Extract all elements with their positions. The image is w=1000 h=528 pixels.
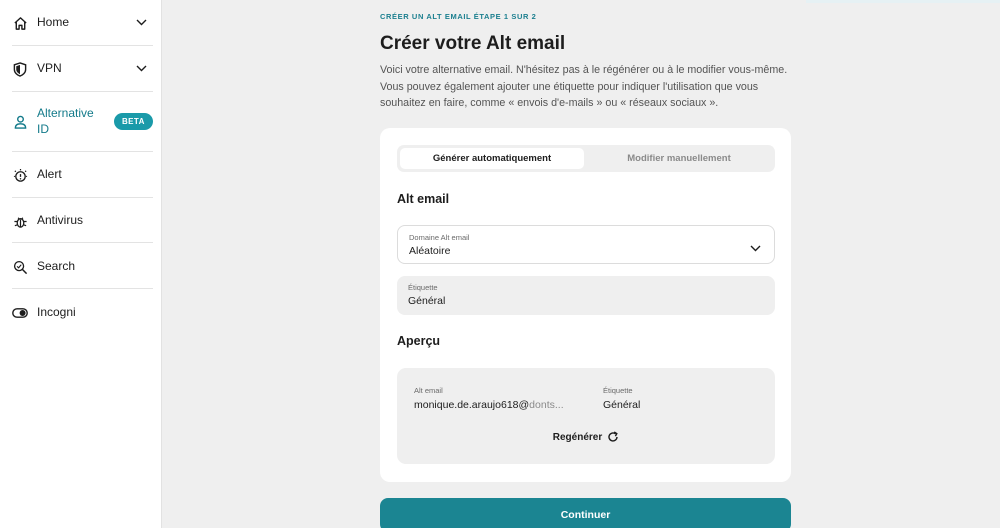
preview-email-value: monique.de.araujo618@donts... (414, 399, 564, 411)
regenerate-label: Regénérer (552, 431, 603, 443)
beta-badge: BETA (114, 113, 153, 130)
home-icon (12, 15, 28, 31)
alt-email-section-title: Alt email (397, 192, 450, 206)
user-icon (12, 114, 28, 130)
sidebar-item-alert[interactable]: Alert (0, 166, 162, 183)
sidebar-divider (12, 151, 153, 152)
tab-edit-manually[interactable]: Modifier manuellement (587, 148, 771, 169)
regenerate-button[interactable]: Regénérer (397, 431, 775, 443)
chevron-down-icon (750, 239, 762, 252)
sidebar-divider (12, 288, 153, 289)
preview-email-domain: donts... (529, 399, 564, 411)
preview-section-title: Aperçu (397, 334, 441, 348)
sidebar-item-label: Antivirus (37, 213, 84, 227)
page-description: Voici votre alternative email. N'hésitez… (380, 64, 788, 109)
domain-select-value: Aléatoire (409, 245, 451, 257)
sidebar-item-label: VPN (37, 61, 62, 75)
sidebar-divider (12, 45, 153, 46)
continue-button[interactable]: Continuer (380, 498, 791, 528)
top-strip (806, 0, 1000, 3)
sidebar-item-label: Home (37, 15, 70, 29)
shield-icon (12, 61, 28, 77)
domain-select[interactable]: Domaine Alt email Aléatoire (397, 225, 775, 264)
sidebar-divider (12, 197, 153, 198)
sidebar-divider (12, 91, 153, 92)
preview-tag-value: Général (603, 399, 641, 411)
chevron-down-icon[interactable] (136, 14, 148, 30)
sidebar-item-label: Incogni (37, 305, 76, 319)
tab-generate-automatically[interactable]: Générer automatiquement (400, 148, 584, 169)
preview-box: Alt email monique.de.araujo618@donts... … (397, 368, 775, 464)
sidebar-item-incogni[interactable]: Incogni (0, 304, 162, 321)
sidebar: Home VPN Alternative ID BETA Alert Antiv… (0, 0, 162, 528)
preview-email-local: monique.de.araujo618@ (414, 399, 530, 411)
sidebar-item-antivirus[interactable]: Antivirus (0, 212, 162, 229)
bug-icon (12, 213, 28, 229)
refresh-icon (607, 431, 619, 443)
alert-icon (12, 167, 28, 183)
preview-tag-label: Étiquette (603, 386, 633, 395)
sidebar-divider (12, 242, 153, 243)
sidebar-item-label: Search (37, 259, 76, 273)
sidebar-item-home[interactable]: Home (0, 14, 162, 31)
step-indicator: CRÉER UN ALT EMAIL ÉTAPE 1 SUR 2 (380, 12, 537, 21)
sidebar-item-alternative-id[interactable]: Alternative ID BETA (0, 105, 162, 137)
sidebar-item-search[interactable]: Search (0, 258, 162, 275)
sidebar-item-vpn[interactable]: VPN (0, 60, 162, 77)
toggle-icon (12, 305, 28, 321)
mode-segmented-control: Générer automatiquement Modifier manuell… (397, 145, 775, 172)
tag-field-label: Étiquette (408, 283, 438, 292)
sidebar-item-label: Alert (37, 167, 62, 181)
page-title: Créer votre Alt email (380, 33, 566, 54)
sidebar-item-label: Alternative ID (37, 106, 94, 136)
tag-field[interactable]: Étiquette Général (397, 276, 775, 315)
chevron-down-icon[interactable] (136, 60, 148, 76)
preview-email-label: Alt email (414, 386, 443, 395)
alt-email-card: Générer automatiquement Modifier manuell… (380, 128, 791, 482)
tag-field-value: Général (408, 295, 446, 307)
search-icon (12, 259, 28, 275)
domain-select-label: Domaine Alt email (409, 233, 470, 242)
